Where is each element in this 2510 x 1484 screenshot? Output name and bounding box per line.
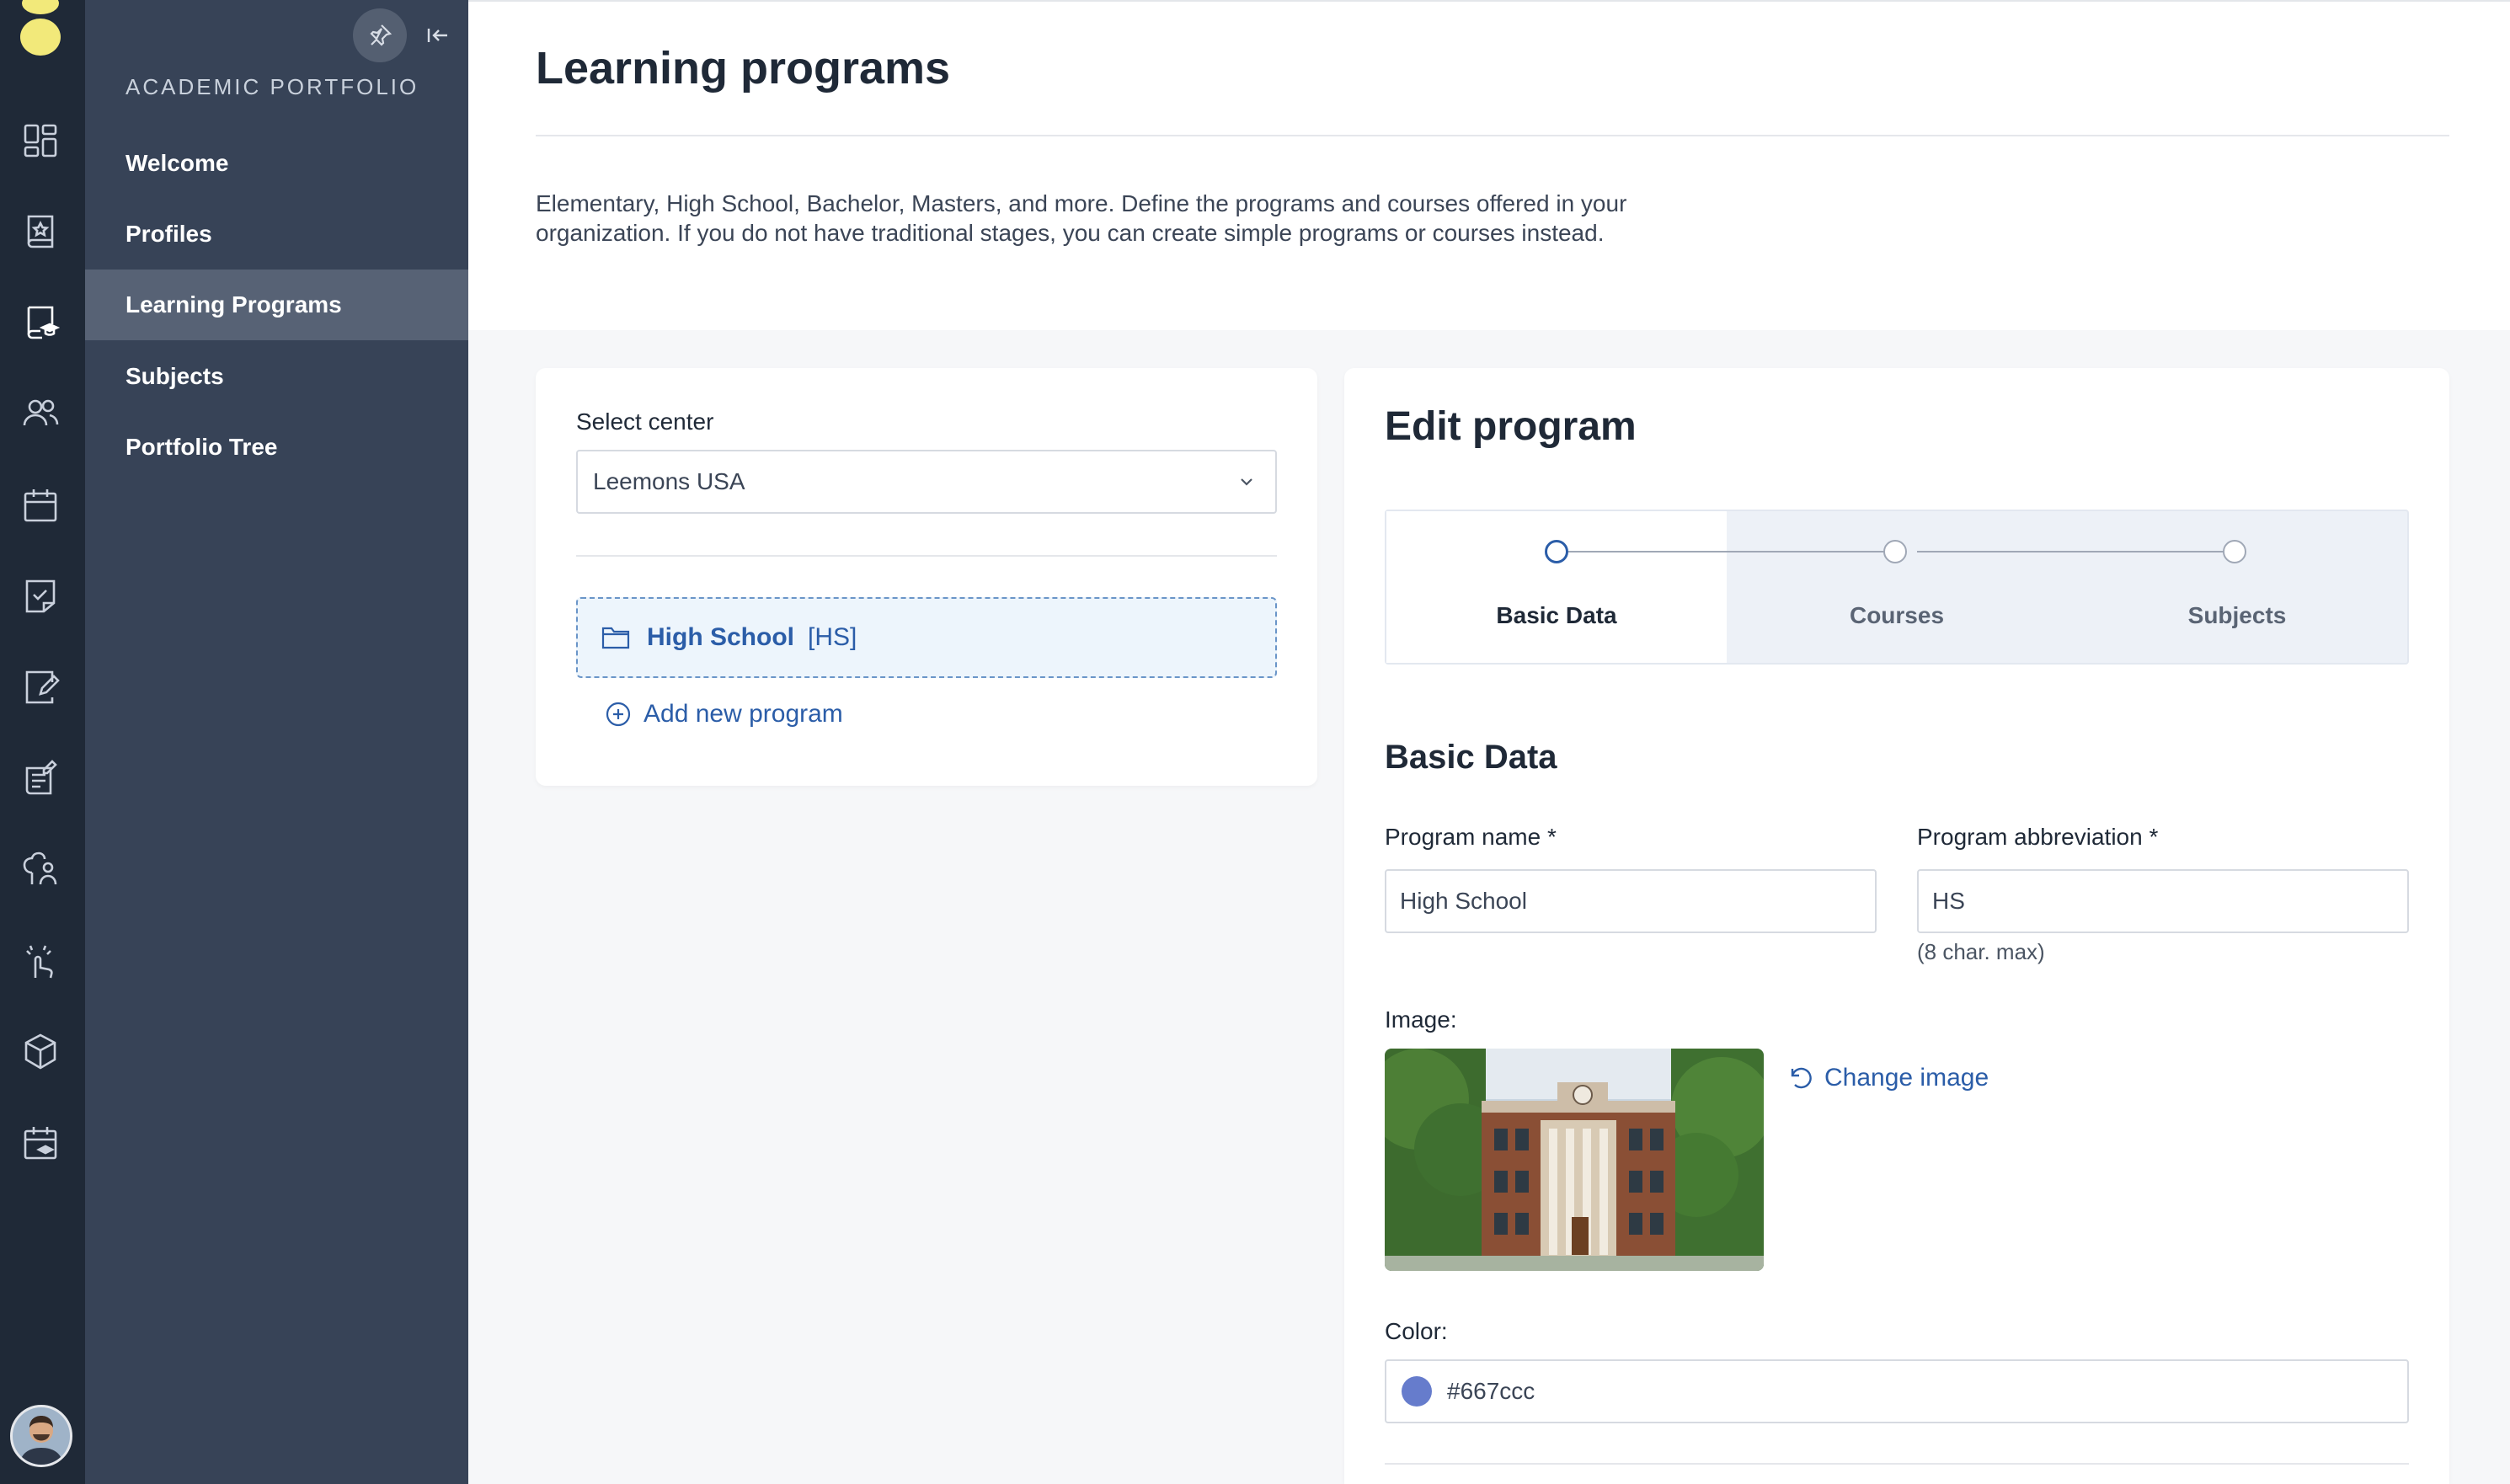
add-new-program-button[interactable]: Add new program [605, 700, 843, 729]
hand-tap-icon[interactable] [20, 941, 61, 981]
color-label: Color: [1385, 1318, 1448, 1344]
app-logo[interactable] [19, 0, 62, 57]
cube-icon[interactable] [20, 1032, 61, 1072]
edit-note-icon[interactable] [20, 667, 61, 707]
program-item-high-school[interactable]: High School [HS] [576, 597, 1277, 678]
step-courses[interactable]: Courses [1727, 602, 2067, 629]
program-list-card: Select center Leemons USA High School [H… [536, 368, 1317, 786]
program-image [1385, 1049, 1764, 1271]
step-subjects[interactable]: Subjects [2067, 602, 2407, 629]
chevron-down-icon [1241, 478, 1252, 486]
required-mark: * [1546, 824, 1557, 850]
book-star-icon[interactable] [20, 211, 61, 252]
sidebar-item-profiles[interactable]: Profiles [85, 199, 468, 270]
color-value: #667ccc [1447, 1378, 1535, 1404]
sidebar-item-welcome[interactable]: Welcome [85, 128, 468, 199]
sidebar-item-subjects[interactable]: Subjects [85, 341, 468, 412]
step-dot-basic-data[interactable] [1545, 540, 1568, 563]
pin-icon [370, 24, 393, 46]
image-label: Image: [1385, 1006, 1457, 1033]
step-basic-data[interactable]: Basic Data [1386, 602, 1727, 629]
plus-circle-icon [606, 702, 631, 727]
stepper: Basic Data Courses Subjects [1385, 510, 2409, 665]
program-name-label-text: Program name [1385, 824, 1541, 850]
stepper-line [1917, 551, 2244, 552]
center-select-value: Leemons USA [593, 468, 745, 494]
folder-icon [601, 627, 630, 649]
users-icon[interactable] [20, 393, 61, 434]
page-title: Learning programs [536, 43, 951, 93]
collapse-left-icon [427, 29, 447, 42]
pin-button[interactable] [353, 8, 407, 62]
select-center-label: Select center [576, 408, 714, 435]
section-divider [1385, 1463, 2409, 1465]
sidebar-section-title: ACADEMIC PORTFOLIO [125, 74, 419, 99]
program-name: High School [647, 623, 794, 651]
change-image-button[interactable]: Change image [1786, 1064, 1989, 1092]
program-abbreviation-value: HS [1932, 888, 1965, 914]
step-dot-subjects[interactable] [2223, 540, 2246, 563]
add-new-program-label: Add new program [644, 700, 843, 728]
change-image-label: Change image [1824, 1064, 1989, 1092]
required-mark: * [2149, 824, 2159, 850]
step-dot-courses[interactable] [1883, 540, 1907, 563]
book-grad-icon[interactable] [20, 302, 61, 343]
color-input[interactable]: #667ccc [1385, 1359, 2409, 1423]
calendar-grad-icon[interactable] [20, 1123, 61, 1163]
program-name-label: Program name * [1385, 824, 1557, 851]
dashboard-icon[interactable] [20, 120, 61, 161]
active-step-background [1386, 511, 1727, 663]
list-edit-icon[interactable] [20, 758, 61, 798]
program-abbreviation-input[interactable]: HS [1917, 869, 2409, 933]
edit-program-card: Edit program Basic Data Courses Subjects… [1344, 368, 2449, 1484]
center-select[interactable]: Leemons USA [576, 450, 1277, 514]
page-header: Learning programs Elementary, High Schoo… [468, 0, 2510, 330]
sidebar: ACADEMIC PORTFOLIO Welcome Profiles Lear… [85, 0, 468, 1484]
basic-data-section-title: Basic Data [1385, 739, 1557, 776]
color-swatch[interactable] [1402, 1376, 1432, 1407]
program-abbreviation-label-text: Program abbreviation [1917, 824, 2143, 850]
icon-rail [0, 0, 85, 1484]
program-abbreviation-label: Program abbreviation * [1917, 824, 2158, 851]
sidebar-item-portfolio-tree[interactable]: Portfolio Tree [85, 412, 468, 483]
program-name-input[interactable]: High School [1385, 869, 1877, 933]
sidebar-item-learning-programs[interactable]: Learning Programs [85, 270, 468, 340]
undo-icon [1791, 1067, 1812, 1089]
stepper-line [1558, 551, 1902, 552]
abbreviation-help-text: (8 char. max) [1917, 939, 2045, 964]
collapse-sidebar-button[interactable] [420, 19, 454, 52]
task-check-icon[interactable] [20, 576, 61, 617]
list-divider [576, 555, 1277, 557]
program-abbreviation: [HS] [808, 623, 857, 651]
edit-program-title: Edit program [1385, 404, 1637, 449]
header-divider [536, 135, 2449, 136]
tree-user-icon[interactable] [20, 849, 61, 889]
calendar-icon[interactable] [20, 485, 61, 526]
page-description: Elementary, High School, Bachelor, Maste… [536, 190, 1627, 246]
program-name-value: High School [1400, 888, 1527, 914]
user-avatar[interactable] [10, 1405, 72, 1467]
